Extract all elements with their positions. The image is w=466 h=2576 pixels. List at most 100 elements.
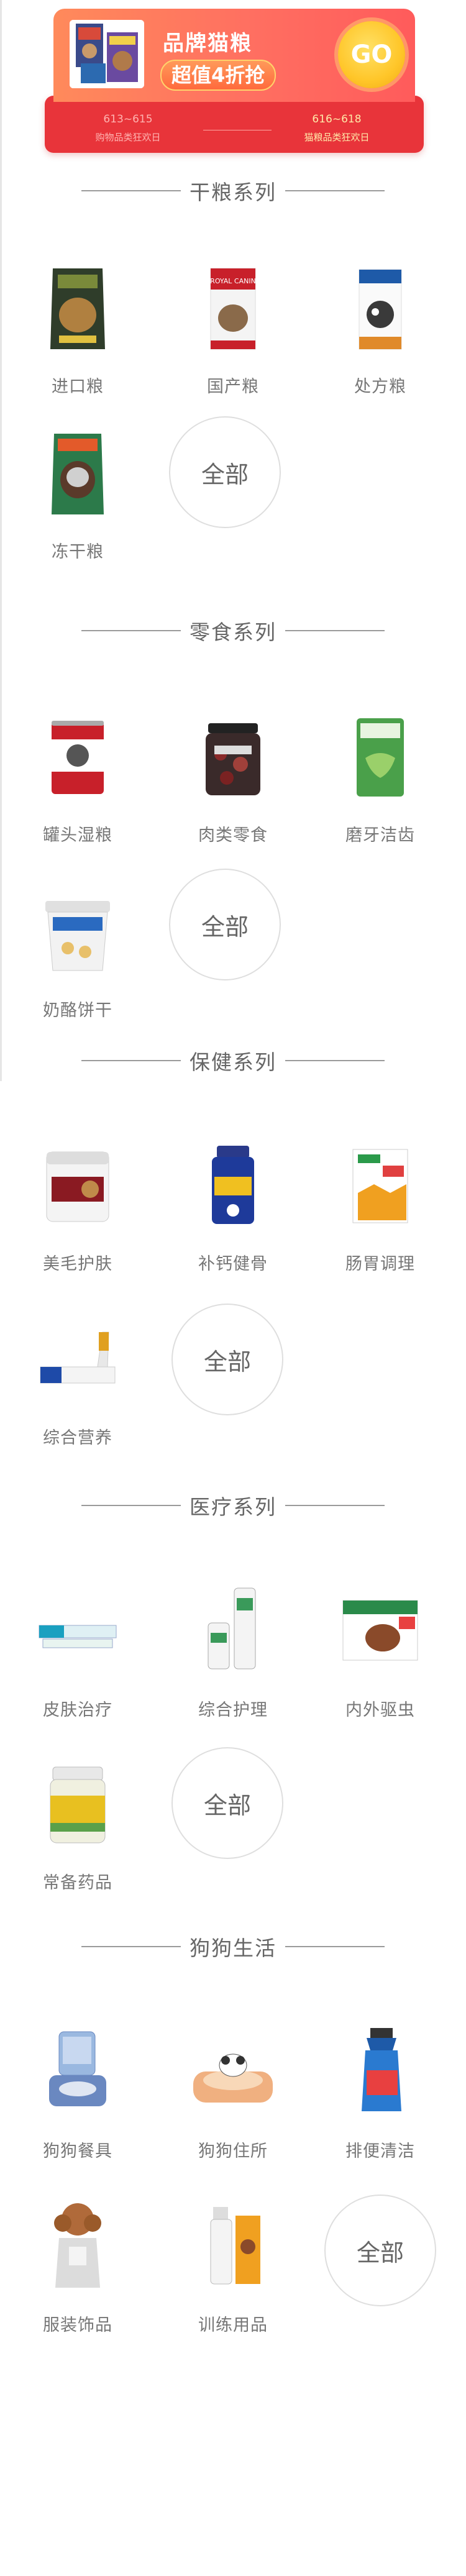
left-caption: 购物品类狂欢日	[95, 132, 161, 143]
general-care-bottle-image	[183, 1579, 283, 1679]
header-line-right	[285, 1505, 385, 1506]
header-line-left	[81, 190, 181, 191]
section-title: 保健系列	[190, 1050, 276, 1074]
freeze-dried-bag-image	[28, 421, 127, 521]
section-header-medical: 医疗系列	[0, 1490, 466, 1521]
category-common-medicine[interactable]: 常备药品	[16, 1752, 140, 1893]
category-label: 训练用品	[198, 2316, 268, 2335]
category-imported-food[interactable]: 进口粮	[16, 256, 140, 397]
section-title: 狗狗生活	[190, 1936, 276, 1960]
header-line-right	[285, 630, 385, 631]
category-label: 狗狗餐具	[43, 2142, 112, 2161]
promo-banner[interactable]: 品牌猫粮 超值4折抢 GO 613~615 购物品类狂欢日 616~618 猫粮…	[45, 9, 424, 153]
category-label: 国产粮	[207, 377, 259, 396]
dog-bed-image	[183, 2021, 283, 2120]
cleaning-spray-image	[331, 2021, 430, 2120]
training-spray-image	[183, 2195, 283, 2294]
section-title: 干粮系列	[190, 180, 276, 204]
go-button[interactable]: GO	[338, 21, 405, 88]
category-label: 处方粮	[354, 377, 406, 396]
category-label: 排便清洁	[345, 2142, 415, 2161]
category-label: 进口粮	[52, 377, 104, 396]
dog-clothing-image	[28, 2195, 127, 2294]
section-title: 零食系列	[190, 620, 276, 644]
page-edge-divider	[0, 0, 2, 1081]
category-label: 综合营养	[43, 1428, 112, 1448]
category-coat-skin[interactable]: 美毛护肤	[16, 1133, 140, 1274]
banner-product-image	[70, 20, 144, 88]
category-calcium[interactable]: 补钙健骨	[171, 1133, 295, 1274]
dry-food-all-button[interactable]: 全部	[169, 416, 281, 528]
category-label: 罐头湿粮	[43, 826, 112, 845]
category-dental-chews[interactable]: 磨牙洁齿	[318, 705, 442, 846]
header-line-left	[81, 1505, 181, 1506]
header-line-right	[285, 190, 385, 191]
dog-life-all-button[interactable]: 全部	[324, 2195, 436, 2306]
header-line-right	[285, 1060, 385, 1061]
section-header-snacks: 零食系列	[0, 615, 466, 646]
category-waste-cleaning[interactable]: 排便清洁	[318, 2021, 442, 2162]
banner-left-period: 613~615 购物品类狂欢日	[60, 113, 196, 144]
category-domestic-food[interactable]: ROYAL CANIN 国产粮	[171, 256, 295, 397]
category-label: 内外驱虫	[345, 1701, 415, 1720]
nutrition-tube-image	[28, 1307, 127, 1407]
right-caption: 猫粮品类狂欢日	[304, 132, 370, 143]
imported-food-bag-image	[28, 256, 127, 355]
section-header-dry-food: 干粮系列	[0, 175, 466, 206]
canned-food-image	[28, 705, 127, 804]
category-label: 冻干粮	[52, 542, 104, 562]
section-header-health: 保健系列	[0, 1045, 466, 1076]
cheese-biscuits-tub-image	[28, 880, 127, 979]
dental-chews-pack-image	[331, 705, 430, 804]
common-medicine-jar-image	[28, 1752, 127, 1852]
category-label: 肉类零食	[198, 826, 268, 845]
header-line-right	[285, 1946, 385, 1947]
category-label: 服装饰品	[43, 2316, 112, 2335]
category-deworming[interactable]: 内外驱虫	[318, 1579, 442, 1720]
health-all-button[interactable]: 全部	[171, 1304, 283, 1415]
deworming-box-image	[331, 1579, 430, 1679]
header-line-left	[81, 630, 181, 631]
category-label: 肠胃调理	[345, 1254, 415, 1274]
snacks-all-button[interactable]: 全部	[169, 869, 281, 980]
domestic-food-bag-image: ROYAL CANIN	[183, 256, 283, 355]
header-line-left	[81, 1060, 181, 1061]
category-digestive[interactable]: 肠胃调理	[318, 1133, 442, 1274]
banner-promo-tag: 超值4折抢	[160, 60, 276, 91]
left-dates: 613~615	[103, 113, 153, 126]
category-label: 奶酪饼干	[43, 1001, 112, 1020]
category-canned-food[interactable]: 罐头湿粮	[16, 705, 140, 846]
meat-snacks-jar-image	[183, 705, 283, 804]
category-label: 磨牙洁齿	[345, 826, 415, 845]
category-clothing[interactable]: 服装饰品	[16, 2195, 140, 2336]
header-line-left	[81, 1946, 181, 1947]
category-dog-beds[interactable]: 狗狗住所	[171, 2021, 295, 2162]
digestive-box-image	[331, 1133, 430, 1233]
coat-skin-bottle-image	[28, 1133, 127, 1233]
section-title: 医疗系列	[190, 1495, 276, 1519]
category-label: 美毛护肤	[43, 1254, 112, 1274]
banner-title: 品牌猫粮	[163, 31, 252, 56]
category-label: 综合护理	[198, 1701, 268, 1720]
skin-treatment-tube-image	[28, 1579, 127, 1679]
svg-text:ROYAL CANIN: ROYAL CANIN	[210, 277, 256, 285]
category-label: 狗狗住所	[198, 2142, 268, 2161]
section-header-dog-life: 狗狗生活	[0, 1931, 466, 1962]
calcium-bottle-image	[183, 1133, 283, 1233]
category-training[interactable]: 训练用品	[171, 2195, 295, 2336]
category-general-care[interactable]: 综合护理	[171, 1579, 295, 1720]
category-freeze-dried[interactable]: 冻干粮	[16, 421, 140, 562]
category-cheese-biscuits[interactable]: 奶酪饼干	[16, 880, 140, 1021]
category-skin-treatment[interactable]: 皮肤治疗	[16, 1579, 140, 1720]
right-dates: 616~618	[312, 113, 362, 126]
medical-all-button[interactable]: 全部	[171, 1747, 283, 1859]
category-label: 补钙健骨	[198, 1254, 268, 1274]
category-meat-snacks[interactable]: 肉类零食	[171, 705, 295, 846]
dog-feeder-image	[28, 2021, 127, 2120]
prescription-food-bag-image	[331, 256, 430, 355]
category-label: 皮肤治疗	[43, 1701, 112, 1720]
category-nutrition[interactable]: 综合营养	[16, 1307, 140, 1448]
category-prescription-food[interactable]: 处方粮	[318, 256, 442, 397]
category-dog-bowls[interactable]: 狗狗餐具	[16, 2021, 140, 2162]
category-label: 常备药品	[43, 1873, 112, 1893]
